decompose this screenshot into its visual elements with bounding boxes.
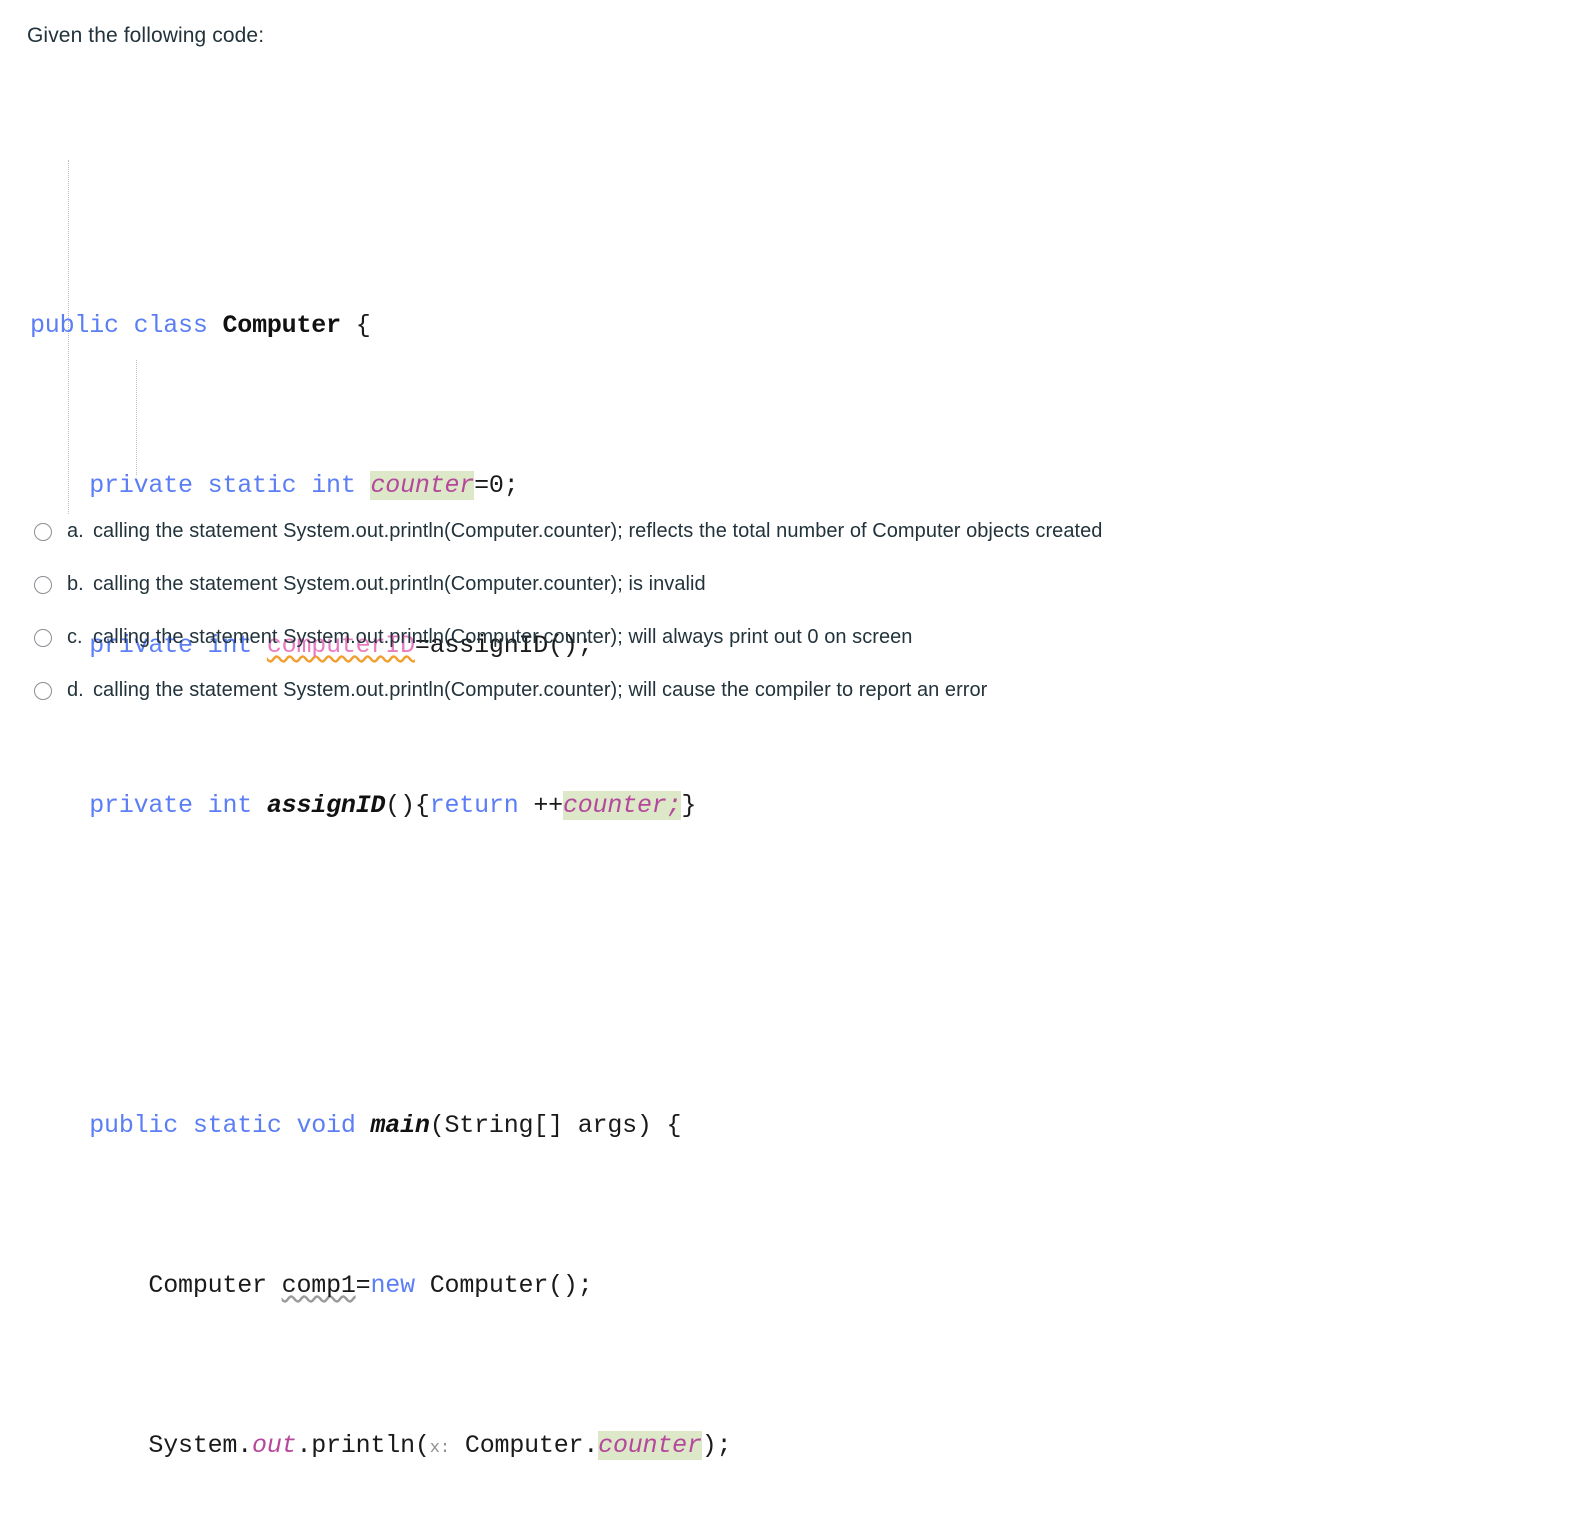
option-text-a[interactable]: calling the statement System.out.println… — [93, 520, 1102, 543]
token-method-assignid: assignID — [266, 791, 386, 820]
token-keyword-class: class — [133, 311, 208, 340]
answer-options: a. calling the statement System.out.prin… — [34, 505, 1574, 717]
code-line-4: private int assignID(){return ++counter;… — [30, 786, 731, 826]
token-method-main: main — [370, 1111, 430, 1140]
token-keyword-public: public — [30, 311, 119, 340]
code-line-5-blank — [30, 946, 731, 986]
radio-button-c[interactable] — [34, 628, 52, 647]
indent-8 — [30, 1431, 148, 1460]
code-line-8: System.out.println(x: Computer.counter); — [30, 1426, 732, 1466]
token-var-comp1: comp1 — [281, 1271, 356, 1300]
radio-button-d[interactable] — [34, 681, 52, 700]
option-a[interactable]: a. calling the statement System.out.prin… — [34, 505, 1574, 558]
token-space-6 — [252, 791, 267, 820]
question-prompt: Given the following code: — [27, 24, 265, 47]
code-line-1: public class Computer { — [30, 306, 731, 346]
token-space-4 — [356, 471, 371, 500]
code-line-6: public static void main(String[] args) { — [30, 1106, 731, 1146]
indent-4 — [30, 791, 89, 820]
radio-button-b[interactable] — [34, 575, 52, 594]
token-space-7 — [356, 1111, 371, 1140]
token-modifiers-counter: private static int — [89, 471, 356, 500]
token-open-brace-1: { — [355, 311, 371, 340]
option-letter-c: c. — [67, 626, 83, 648]
token-space-8 — [267, 1271, 282, 1300]
token-class-name: Computer — [222, 311, 341, 340]
code-line-2: private static int counter=0; — [30, 466, 731, 506]
option-text-c[interactable]: calling the statement System.out.println… — [93, 626, 912, 649]
option-d[interactable]: d. calling the statement System.out.prin… — [34, 664, 1574, 717]
token-main-signature: (String[] args) { — [429, 1111, 682, 1140]
token-assignid-body-close: } — [681, 791, 697, 820]
token-field-counter-ref: counter — [598, 1431, 702, 1460]
token-println-call: .println( — [296, 1431, 430, 1460]
indent-2 — [30, 471, 89, 500]
token-system-prefix: System. — [148, 1431, 253, 1460]
token-space-3 — [341, 311, 356, 340]
option-c[interactable]: c. calling the statement System.out.prin… — [34, 611, 1574, 664]
option-text-b[interactable]: calling the statement System.out.println… — [93, 573, 706, 596]
token-assign-op: = — [355, 1271, 371, 1300]
token-keyword-new: new — [370, 1271, 415, 1300]
token-field-counter-inc: counter; — [562, 791, 682, 820]
token-space-1 — [119, 311, 134, 340]
token-assignid-body-open: (){ — [385, 791, 430, 820]
option-letter-d: d. — [67, 679, 84, 701]
question-page: Given the following code: public class C… — [0, 0, 1590, 1460]
token-increment: ++ — [518, 791, 563, 820]
option-letter-a: a. — [67, 520, 84, 542]
token-field-counter-decl: counter — [370, 471, 475, 500]
token-modifiers-main: public static void — [89, 1111, 356, 1140]
token-type-computer: Computer — [148, 1271, 267, 1300]
indent-6 — [30, 1111, 89, 1140]
token-constructor-call: Computer(); — [414, 1271, 593, 1300]
token-field-out: out — [252, 1431, 297, 1460]
token-modifiers-assignid: private int — [89, 791, 253, 820]
parameter-hint-label: x: — [429, 1439, 451, 1458]
option-letter-b: b. — [67, 573, 84, 595]
indent-guide-inner — [136, 360, 138, 475]
token-println-end: ); — [701, 1431, 732, 1460]
token-counter-init: =0; — [474, 471, 519, 500]
radio-button-a[interactable] — [34, 522, 52, 541]
indent-7 — [30, 1271, 148, 1300]
option-text-d[interactable]: calling the statement System.out.println… — [93, 679, 987, 702]
token-space-2 — [208, 311, 223, 340]
token-keyword-return: return — [429, 791, 519, 820]
token-computer-qualifier: Computer. — [450, 1431, 599, 1460]
option-b[interactable]: b. calling the statement System.out.prin… — [34, 558, 1574, 611]
code-block: public class Computer { private static i… — [30, 66, 732, 1516]
code-line-7: Computer comp1=new Computer(); — [30, 1266, 731, 1306]
